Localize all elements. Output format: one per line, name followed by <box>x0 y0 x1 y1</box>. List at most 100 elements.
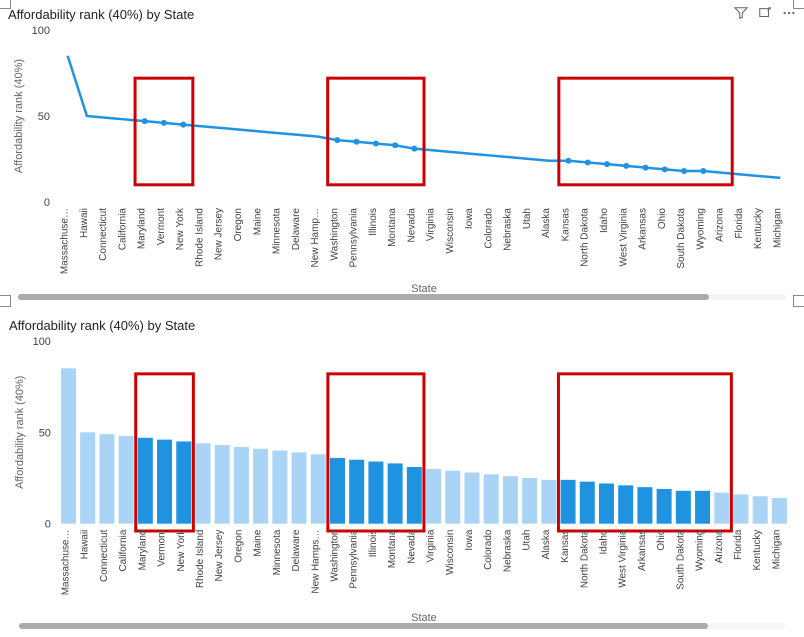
svg-text:Utah: Utah <box>522 208 533 229</box>
svg-text:Affordability rank (40%): Affordability rank (40%) <box>14 376 26 489</box>
svg-text:Wyoming: Wyoming <box>695 530 706 571</box>
svg-text:Alaska: Alaska <box>541 529 552 559</box>
svg-text:Iowa: Iowa <box>464 208 475 230</box>
svg-text:Idaho: Idaho <box>598 529 609 554</box>
svg-text:Idaho: Idaho <box>599 208 610 233</box>
svg-text:Colorado: Colorado <box>483 208 494 249</box>
svg-text:State: State <box>411 283 437 294</box>
svg-text:Florida: Florida <box>733 529 744 560</box>
svg-text:South Dakota: South Dakota <box>675 529 686 590</box>
svg-text:100: 100 <box>32 25 50 37</box>
svg-text:California: California <box>117 208 128 251</box>
focus-mode-icon[interactable] <box>758 6 772 23</box>
svg-text:Nevada: Nevada <box>406 208 417 243</box>
svg-text:Colorado: Colorado <box>483 529 494 570</box>
resize-handle-top-left[interactable] <box>0 0 11 9</box>
svg-text:Ohio: Ohio <box>657 208 668 230</box>
svg-text:Michigan: Michigan <box>772 208 783 248</box>
horizontal-scrollbar[interactable] <box>19 623 785 629</box>
svg-text:100: 100 <box>33 336 51 348</box>
resize-handle-bottom-right[interactable] <box>793 295 804 307</box>
svg-text:Washington: Washington <box>329 208 340 260</box>
svg-text:West Virginia: West Virginia <box>618 529 629 588</box>
svg-text:Maine: Maine <box>252 208 263 236</box>
chart-area[interactable]: 0 50 100 Affordability rank (40%) Massachuse… <box>8 24 796 294</box>
svg-text:Montana: Montana <box>387 529 398 568</box>
svg-text:Wisconsin: Wisconsin <box>445 530 456 575</box>
scrollbar-thumb[interactable] <box>18 294 709 300</box>
svg-text:Nevada: Nevada <box>406 529 417 564</box>
svg-text:Oregon: Oregon <box>233 208 244 241</box>
chart-title: Affordability rank (40%) by State <box>8 7 734 22</box>
svg-text:Affordability rank (40%): Affordability rank (40%) <box>13 59 25 173</box>
svg-text:Kentucky: Kentucky <box>752 530 763 571</box>
svg-text:State: State <box>411 612 437 623</box>
svg-text:Pennsylvania: Pennsylvania <box>349 529 360 588</box>
svg-text:Arkansas: Arkansas <box>637 530 648 571</box>
horizontal-scrollbar[interactable] <box>18 294 786 300</box>
svg-text:Massachuse…: Massachuse… <box>60 208 71 274</box>
svg-text:50: 50 <box>38 111 50 123</box>
chart-title: Affordability rank (40%) by State <box>9 318 795 333</box>
svg-text:Kansas: Kansas <box>560 208 571 241</box>
filter-icon[interactable] <box>734 6 748 23</box>
scrollbar-thumb[interactable] <box>19 623 708 629</box>
svg-text:West Virginia: West Virginia <box>618 208 629 267</box>
svg-text:Illinois: Illinois <box>368 208 379 236</box>
svg-text:Vermont: Vermont <box>157 529 168 566</box>
svg-text:Connecticut: Connecticut <box>98 208 109 261</box>
svg-text:New York: New York <box>176 530 187 572</box>
svg-text:Alaska: Alaska <box>541 208 552 238</box>
svg-text:Michigan: Michigan <box>771 530 782 570</box>
title-bar: Affordability rank (40%) by State <box>4 2 800 24</box>
svg-text:Kentucky: Kentucky <box>753 208 764 249</box>
svg-text:Iowa: Iowa <box>464 529 475 550</box>
svg-text:Arkansas: Arkansas <box>638 208 649 250</box>
svg-text:North Dakota: North Dakota <box>579 529 590 588</box>
svg-text:Rhode Island: Rhode Island <box>194 208 205 267</box>
svg-text:Wisconsin: Wisconsin <box>445 208 456 254</box>
svg-text:Massachuse…: Massachuse… <box>60 530 71 596</box>
svg-text:Illinois: Illinois <box>368 530 379 558</box>
chart-area[interactable]: 0 50 100 Affordability rank (40%) Massachuse… <box>9 335 795 623</box>
svg-text:South Dakota: South Dakota <box>676 208 687 269</box>
svg-text:Montana: Montana <box>387 208 398 247</box>
svg-text:New Jersey: New Jersey <box>214 530 225 582</box>
svg-text:Washington: Washington <box>329 530 340 582</box>
svg-text:Arizona: Arizona <box>715 208 726 242</box>
svg-text:California: California <box>118 529 129 571</box>
visual-line-chart[interactable]: Affordability rank (40%) by State 0 50 100… <box>4 2 800 302</box>
svg-text:Florida: Florida <box>734 208 745 239</box>
svg-text:North Dakota: North Dakota <box>580 208 591 267</box>
svg-text:Pennsylvania: Pennsylvania <box>349 208 360 268</box>
svg-text:Virginia: Virginia <box>426 208 437 242</box>
svg-text:Nebraska: Nebraska <box>503 208 514 251</box>
svg-text:New Jersey: New Jersey <box>214 208 225 260</box>
svg-text:Oregon: Oregon <box>233 530 244 563</box>
svg-text:New Hamp…: New Hamp… <box>310 208 321 267</box>
svg-text:Hawaii: Hawaii <box>80 530 91 560</box>
svg-text:Delaware: Delaware <box>291 208 302 251</box>
svg-text:Vermont: Vermont <box>156 208 167 245</box>
svg-text:Nebraska: Nebraska <box>502 529 513 572</box>
visual-bar-chart[interactable]: Affordability rank (40%) by State 0 50 100… <box>4 312 800 632</box>
svg-text:Arizona: Arizona <box>714 529 725 563</box>
svg-text:Minnesota: Minnesota <box>272 529 283 575</box>
title-icons <box>734 6 796 23</box>
page: Affordability rank (40%) by State 0 50 100… <box>0 0 804 637</box>
svg-text:0: 0 <box>44 197 50 209</box>
resize-handle-top-right[interactable] <box>793 0 804 9</box>
svg-text:Connecticut: Connecticut <box>99 529 110 582</box>
svg-text:Maryland: Maryland <box>137 530 148 571</box>
svg-text:Hawaii: Hawaii <box>79 208 90 238</box>
svg-text:Virginia: Virginia <box>426 529 437 562</box>
svg-text:Delaware: Delaware <box>291 529 302 571</box>
resize-handle-bottom-left[interactable] <box>0 295 11 307</box>
svg-text:Ohio: Ohio <box>656 529 667 550</box>
svg-text:Wyoming: Wyoming <box>695 208 706 250</box>
svg-text:50: 50 <box>39 427 51 439</box>
svg-text:Utah: Utah <box>522 530 533 551</box>
svg-text:New Hamps…: New Hamps… <box>310 530 321 594</box>
svg-text:0: 0 <box>45 519 51 531</box>
svg-text:Kansas: Kansas <box>560 530 571 563</box>
